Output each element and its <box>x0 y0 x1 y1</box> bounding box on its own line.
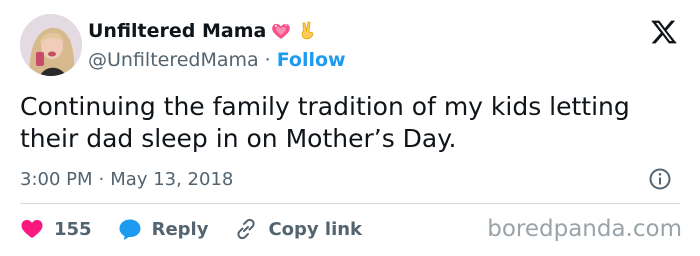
avatar[interactable] <box>20 14 82 76</box>
tweet-date: May 13, 2018 <box>110 168 234 190</box>
timestamp-separator: · <box>98 168 105 190</box>
tweet-card: Unfiltered Mama @UnfilteredMama · Follow… <box>0 0 700 256</box>
info-icon[interactable] <box>648 167 672 191</box>
copy-link-button[interactable]: Copy link <box>234 217 362 241</box>
watermark: boredpanda.com <box>487 216 682 242</box>
victory-hand-icon <box>296 20 318 42</box>
copy-link-label: Copy link <box>268 218 363 240</box>
link-icon <box>237 218 256 240</box>
like-button[interactable]: 155 <box>20 217 92 241</box>
tweet-text: Continuing the family tradition of my ki… <box>20 92 630 153</box>
reply-button[interactable]: Reply <box>118 217 209 241</box>
likes-count: 155 <box>54 218 92 240</box>
follow-button[interactable]: Follow <box>277 49 346 71</box>
sparkling-heart-icon <box>270 20 292 42</box>
x-logo-icon[interactable] <box>650 18 678 46</box>
author-handle-row: @UnfilteredMama · Follow <box>88 47 346 73</box>
reply-label: Reply <box>151 218 209 240</box>
tweet-timestamp[interactable]: 3:00 PM · May 13, 2018 <box>20 166 233 192</box>
heart-icon <box>21 220 43 238</box>
action-bar: 155 Reply Copy link <box>20 214 388 244</box>
divider <box>20 203 680 204</box>
author-display-name[interactable]: Unfiltered Mama <box>88 20 266 42</box>
handle-separator: · <box>264 49 271 71</box>
author-name-row: Unfiltered Mama <box>88 18 318 44</box>
speech-bubble-icon <box>119 219 141 240</box>
tweet-time: 3:00 PM <box>20 168 93 190</box>
author-handle[interactable]: @UnfilteredMama <box>88 49 259 71</box>
